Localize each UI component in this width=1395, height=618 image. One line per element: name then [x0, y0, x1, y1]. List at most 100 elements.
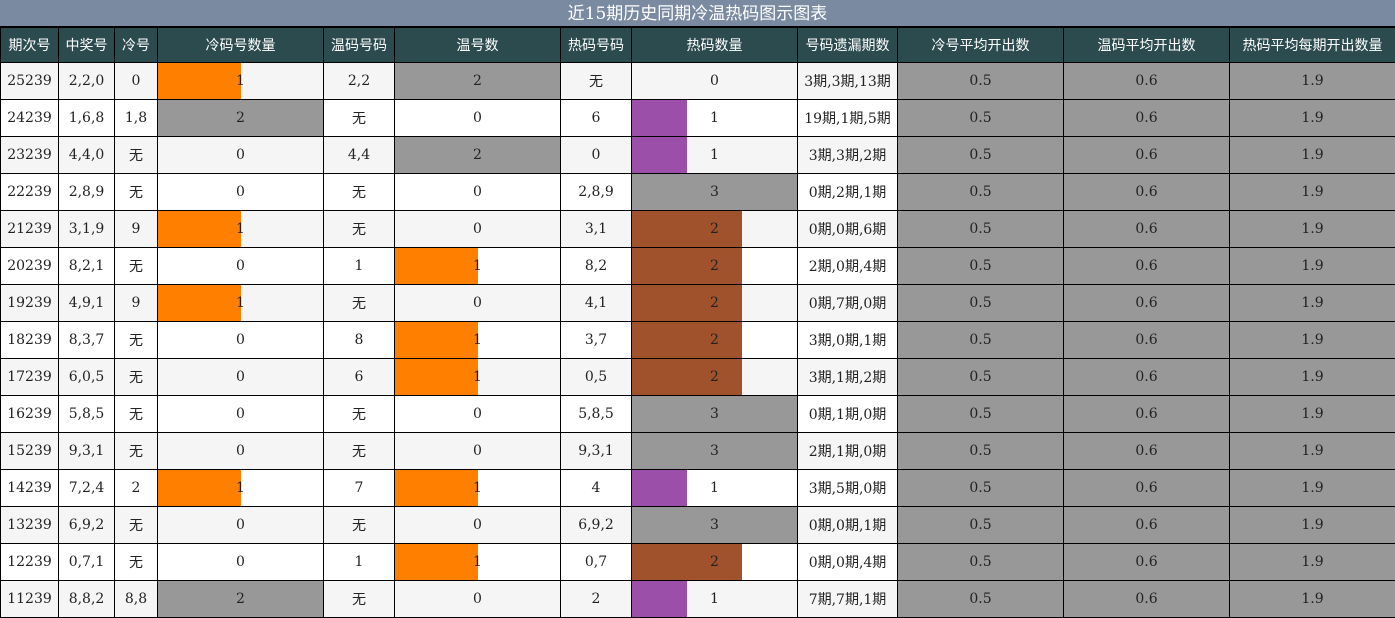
warm-count-label: 2: [473, 73, 482, 89]
warm-count-bar: [395, 248, 478, 284]
hot-count-label: 2: [710, 369, 719, 385]
cold-count-label: 2: [236, 591, 245, 607]
missing-periods-cell: 3期,3期,13期: [797, 62, 898, 100]
table-row: 18239 8,3,7 无 0 8 1 3,7 2 3期,0期,1期 0.5 0.6 1.9: [0, 321, 1395, 359]
header-warm: 温码号码: [323, 27, 395, 63]
warm-count-cell: 0: [394, 99, 561, 137]
cold-avg-cell: 0.5: [897, 173, 1064, 211]
hot-count-cell: 1: [631, 580, 798, 618]
warm-count-label: 0: [473, 443, 482, 459]
warm-avg-cell: 0.6: [1063, 321, 1230, 359]
table-row: 24239 1,6,8 1,8 2 无 0 6 1 19期,1期,5期 0.5 0.6 1.9: [0, 99, 1395, 137]
hot-count-label: 2: [710, 295, 719, 311]
hot-number-cell: 0,5: [560, 358, 632, 396]
warm-count-label: 1: [473, 369, 482, 385]
cold-number-cell: 9: [114, 210, 158, 248]
hot-count-label: 2: [710, 332, 719, 348]
chart-sheet: 近15期历史同期冷温热码图示图表 期次号 中奖号 冷号 冷码号数量 温码号码 温…: [0, 0, 1395, 618]
missing-periods-cell: 3期,5期,0期: [797, 469, 898, 507]
period-cell: 17239: [0, 358, 59, 396]
winning-number-cell: 4,9,1: [58, 284, 115, 322]
warm-number-cell: 无: [323, 210, 395, 248]
cold-count-cell: 0: [157, 136, 324, 174]
hot-avg-cell: 1.9: [1229, 136, 1395, 174]
header-hot-count: 热码数量: [631, 27, 798, 63]
warm-number-cell: 无: [323, 99, 395, 137]
hot-number-cell: 6: [560, 99, 632, 137]
warm-number-cell: 8: [323, 321, 395, 359]
header-hot: 热码号码: [560, 27, 632, 63]
warm-number-cell: 无: [323, 580, 395, 618]
hot-count-bar: [632, 544, 742, 580]
period-cell: 25239: [0, 62, 59, 100]
winning-number-cell: 9,3,1: [58, 432, 115, 470]
warm-number-cell: 1: [323, 247, 395, 285]
missing-periods-cell: 3期,3期,2期: [797, 136, 898, 174]
cold-number-cell: 2: [114, 469, 158, 507]
cold-count-cell: 1: [157, 210, 324, 248]
table-row: 19239 4,9,1 9 1 无 0 4,1 2 0期,7期,0期 0.5 0.6 1.9: [0, 284, 1395, 322]
hot-count-cell: 3: [631, 432, 798, 470]
winning-number-cell: 2,2,0: [58, 62, 115, 100]
header-period: 期次号: [0, 27, 59, 63]
missing-periods-cell: 7期,7期,1期: [797, 580, 898, 618]
period-cell: 22239: [0, 173, 59, 211]
hot-count-cell: 2: [631, 247, 798, 285]
hot-avg-cell: 1.9: [1229, 321, 1395, 359]
cold-number-cell: 0: [114, 62, 158, 100]
missing-periods-cell: 0期,7期,0期: [797, 284, 898, 322]
cold-count-label: 0: [236, 258, 245, 274]
warm-count-cell: 0: [394, 580, 561, 618]
cold-number-cell: 无: [114, 543, 158, 581]
period-cell: 13239: [0, 506, 59, 544]
hot-number-cell: 4: [560, 469, 632, 507]
period-cell: 20239: [0, 247, 59, 285]
cold-count-cell: 0: [157, 432, 324, 470]
hot-count-label: 1: [710, 480, 719, 496]
hot-count-bar: [632, 100, 687, 136]
cold-avg-cell: 0.5: [897, 580, 1064, 618]
warm-number-cell: 无: [323, 284, 395, 322]
hot-number-cell: 8,2: [560, 247, 632, 285]
cold-count-cell: 0: [157, 247, 324, 285]
cold-count-bar: [158, 211, 241, 247]
header-winning: 中奖号: [58, 27, 115, 63]
table-row: 12239 0,7,1 无 0 1 1 0,7 2 0期,0期,4期 0.5 0.6 1.9: [0, 543, 1395, 581]
hot-count-bar: [632, 285, 742, 321]
warm-number-cell: 无: [323, 173, 395, 211]
warm-count-bar: [395, 470, 478, 506]
hot-number-cell: 3,1: [560, 210, 632, 248]
missing-periods-cell: 2期,1期,0期: [797, 432, 898, 470]
hot-count-label: 2: [710, 258, 719, 274]
warm-number-cell: 4,4: [323, 136, 395, 174]
hot-count-cell: 2: [631, 321, 798, 359]
warm-count-cell: 0: [394, 432, 561, 470]
cold-number-cell: 8,8: [114, 580, 158, 618]
hot-number-cell: 2,8,9: [560, 173, 632, 211]
hot-count-label: 2: [710, 554, 719, 570]
warm-number-cell: 6: [323, 358, 395, 396]
warm-number-cell: 无: [323, 395, 395, 433]
cold-avg-cell: 0.5: [897, 358, 1064, 396]
warm-number-cell: 无: [323, 506, 395, 544]
cold-number-cell: 无: [114, 432, 158, 470]
warm-count-label: 0: [473, 110, 482, 126]
hot-count-cell: 1: [631, 469, 798, 507]
missing-periods-cell: 0期,0期,4期: [797, 543, 898, 581]
hot-count-label: 1: [710, 110, 719, 126]
hot-count-label: 3: [710, 517, 719, 533]
table-row: 22239 2,8,9 无 0 无 0 2,8,9 3 0期,2期,1期 0.5 0.6 1.9: [0, 173, 1395, 211]
warm-number-cell: 1: [323, 543, 395, 581]
hot-count-cell: 2: [631, 284, 798, 322]
hot-count-label: 2: [710, 221, 719, 237]
hot-count-label: 1: [710, 591, 719, 607]
header-cold: 冷号: [114, 27, 158, 63]
warm-avg-cell: 0.6: [1063, 469, 1230, 507]
cold-count-label: 1: [236, 480, 245, 496]
cold-count-label: 1: [236, 221, 245, 237]
cold-avg-cell: 0.5: [897, 469, 1064, 507]
hot-avg-cell: 1.9: [1229, 210, 1395, 248]
hot-count-bar: [632, 322, 742, 358]
warm-count-label: 0: [473, 295, 482, 311]
hot-count-cell: 3: [631, 395, 798, 433]
